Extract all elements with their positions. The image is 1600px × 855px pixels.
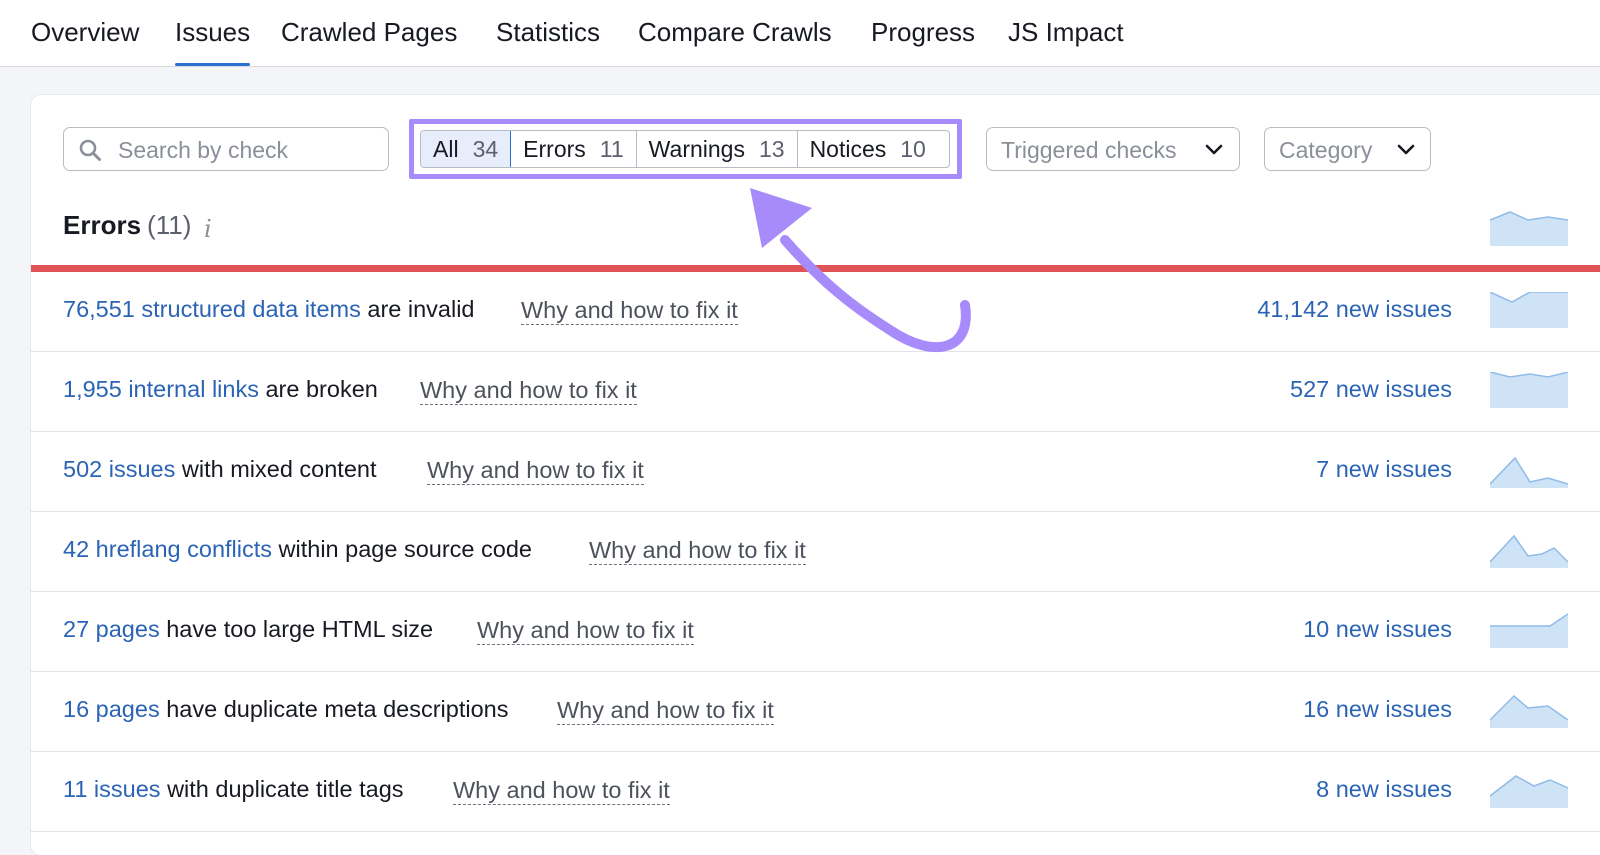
issue-row: 1,955 internal links are broken Why and … — [31, 352, 1600, 432]
issue-text: have duplicate meta descriptions — [159, 696, 509, 722]
trend-sparkline — [1490, 534, 1568, 568]
issue-description: 502 issues with mixed content — [63, 456, 377, 483]
errors-count: (11) — [147, 210, 192, 240]
trend-sparkline — [1490, 456, 1568, 488]
issue-row: 27 pages have too large HTML size Why an… — [31, 592, 1600, 672]
filter-warnings[interactable]: Warnings 13 — [637, 131, 798, 167]
issue-count-link[interactable]: 1,955 internal links — [63, 376, 259, 402]
issue-description: 11 issues with duplicate title tags — [63, 776, 404, 803]
issue-text: are broken — [258, 376, 378, 402]
tab-js-impact[interactable]: JS Impact — [1008, 17, 1124, 48]
errors-trend-sparkline — [1490, 211, 1568, 246]
category-dropdown[interactable]: Category — [1264, 127, 1431, 171]
filter-notices[interactable]: Notices 10 — [798, 131, 938, 167]
errors-section-title: Errors (11) — [63, 210, 191, 241]
new-issues-link[interactable]: 7 new issues — [1316, 456, 1452, 483]
filter-label: Warnings — [648, 135, 745, 162]
errors-divider-bar — [31, 265, 1600, 272]
issue-text: with mixed content — [175, 456, 377, 482]
filter-count: 10 — [900, 135, 926, 162]
filter-label: All — [433, 135, 459, 162]
why-fix-link[interactable]: Why and how to fix it — [521, 296, 738, 325]
issue-count-link[interactable]: 76,551 structured data items — [63, 296, 361, 322]
search-box[interactable] — [63, 127, 389, 171]
why-fix-link[interactable]: Why and how to fix it — [557, 696, 774, 725]
filter-all[interactable]: All 34 — [421, 131, 512, 167]
filter-label: Notices — [809, 135, 887, 162]
why-fix-link[interactable]: Why and how to fix it — [453, 776, 670, 805]
issue-description: 76,551 structured data items are invalid — [63, 296, 475, 323]
issue-description: 42 hreflang conflicts within page source… — [63, 536, 532, 563]
trend-sparkline — [1490, 292, 1568, 328]
why-fix-link[interactable]: Why and how to fix it — [477, 616, 694, 645]
issue-row: 76,551 structured data items are invalid… — [31, 272, 1600, 352]
issue-text: within page source code — [272, 536, 532, 562]
new-issues-link[interactable]: 527 new issues — [1290, 376, 1452, 403]
info-icon[interactable]: i — [204, 215, 212, 243]
why-fix-link[interactable]: Why and how to fix it — [589, 536, 806, 565]
new-issues-link[interactable]: 8 new issues — [1316, 776, 1452, 803]
issue-count-link[interactable]: 16 pages — [63, 696, 160, 722]
tab-overview[interactable]: Overview — [31, 17, 139, 48]
issue-description: 1,955 internal links are broken — [63, 376, 378, 403]
tab-compare-crawls[interactable]: Compare Crawls — [638, 17, 832, 48]
top-navigation: Overview Issues Crawled Pages Statistics… — [0, 0, 1600, 67]
issue-row: 502 issues with mixed content Why and ho… — [31, 432, 1600, 512]
tab-issues[interactable]: Issues — [175, 17, 251, 66]
issue-text: are invalid — [360, 296, 475, 322]
issue-text: with duplicate title tags — [160, 776, 404, 802]
issue-description: 27 pages have too large HTML size — [63, 616, 433, 643]
trend-sparkline — [1490, 694, 1568, 728]
trend-sparkline — [1490, 775, 1568, 808]
issue-row: 11 issues with duplicate title tags Why … — [31, 752, 1600, 832]
filter-count: 34 — [472, 135, 499, 162]
why-fix-link[interactable]: Why and how to fix it — [420, 376, 637, 405]
chevron-down-icon — [1397, 144, 1415, 155]
issue-count-link[interactable]: 11 issues — [63, 776, 161, 802]
issue-row: 42 hreflang conflicts within page source… — [31, 512, 1600, 592]
issue-count-link[interactable]: 27 pages — [63, 616, 160, 642]
issue-row: 16 pages have duplicate meta description… — [31, 672, 1600, 752]
tab-progress[interactable]: Progress — [871, 17, 975, 48]
new-issues-link[interactable]: 10 new issues — [1303, 616, 1452, 643]
issue-type-filter: All 34 Errors 11 Warnings 13 Notices 10 — [420, 130, 950, 168]
trend-sparkline — [1490, 613, 1568, 648]
chevron-down-icon — [1205, 144, 1223, 155]
tab-crawled-pages[interactable]: Crawled Pages — [281, 17, 457, 48]
filter-errors[interactable]: Errors 11 — [511, 131, 637, 167]
filter-count: 11 — [599, 135, 624, 162]
trend-sparkline — [1490, 372, 1568, 408]
issue-count-link[interactable]: 42 hreflang conflicts — [63, 536, 272, 562]
search-icon — [79, 139, 101, 161]
filter-count: 13 — [758, 135, 785, 162]
new-issues-link[interactable]: 41,142 new issues — [1257, 296, 1452, 323]
errors-title: Errors — [63, 210, 142, 240]
issue-text: have too large HTML size — [159, 616, 434, 642]
dropdown-label: Category — [1279, 137, 1373, 163]
dropdown-label: Triggered checks — [1001, 137, 1177, 163]
filter-label: Errors — [523, 135, 586, 162]
tab-statistics[interactable]: Statistics — [496, 17, 600, 48]
triggered-checks-dropdown[interactable]: Triggered checks — [986, 127, 1240, 171]
issue-description: 16 pages have duplicate meta description… — [63, 696, 509, 723]
issue-count-link[interactable]: 502 issues — [63, 456, 175, 482]
new-issues-link[interactable]: 16 new issues — [1303, 696, 1452, 723]
search-input[interactable] — [116, 134, 380, 166]
why-fix-link[interactable]: Why and how to fix it — [427, 456, 644, 485]
